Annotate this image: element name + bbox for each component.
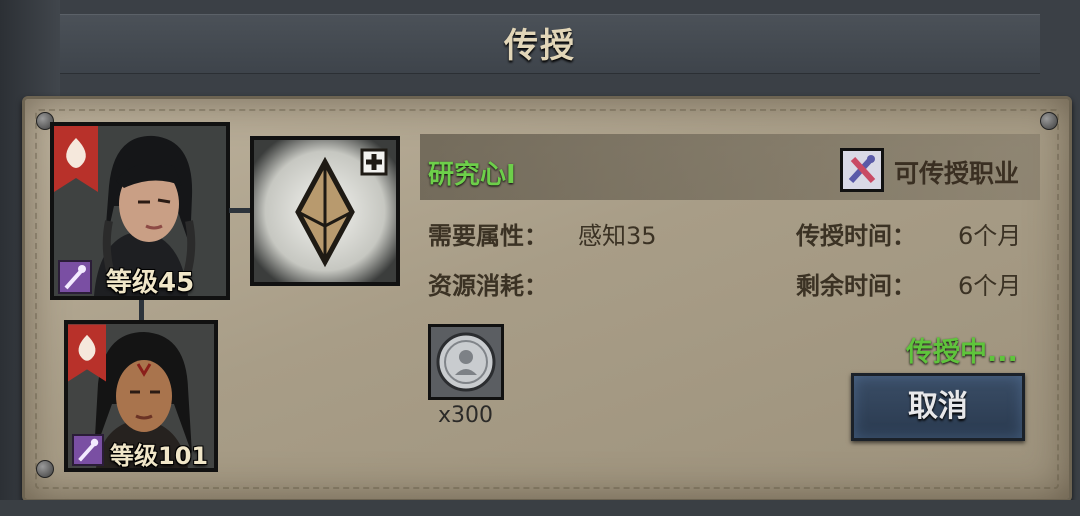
resource-label: 资源消耗：: [428, 272, 548, 300]
attr-label: 需要属性：: [428, 222, 548, 250]
skill-icon-box[interactable]: [250, 136, 400, 286]
teaching-status: 传授中...: [906, 337, 1018, 368]
link-line: [229, 208, 251, 213]
bottom-strip: [0, 500, 1080, 516]
window-title: 传授: [504, 26, 576, 66]
link-line: [139, 300, 144, 322]
staff-icon: [72, 434, 104, 466]
coin-quantity: x300: [438, 403, 494, 428]
silver-coin-icon[interactable]: [428, 324, 504, 400]
skill-name: 研究心I: [428, 160, 516, 190]
crystal-icon: [254, 140, 396, 282]
bolt-icon: [1040, 112, 1058, 130]
crossed-tools-icon[interactable]: [840, 148, 884, 192]
teach-time-value: 6个月: [958, 222, 1022, 250]
teacher-level: 等级45: [106, 268, 195, 298]
fire-icon: [68, 324, 106, 382]
student-level: 等级101: [110, 442, 209, 470]
teacher-portrait[interactable]: 等级45: [50, 122, 230, 300]
fire-icon: [54, 126, 98, 192]
remain-time-label: 剩余时间：: [796, 272, 916, 300]
staff-icon: [58, 260, 92, 294]
bolt-icon: [36, 460, 54, 478]
teach-time-label: 传授时间：: [796, 222, 916, 250]
remain-time-value: 6个月: [958, 272, 1022, 300]
cancel-button[interactable]: 取消: [851, 373, 1025, 441]
student-portrait[interactable]: 等级101: [64, 320, 218, 472]
job-label[interactable]: 可传授职业: [894, 154, 1019, 190]
attr-value: 感知35: [578, 222, 657, 250]
